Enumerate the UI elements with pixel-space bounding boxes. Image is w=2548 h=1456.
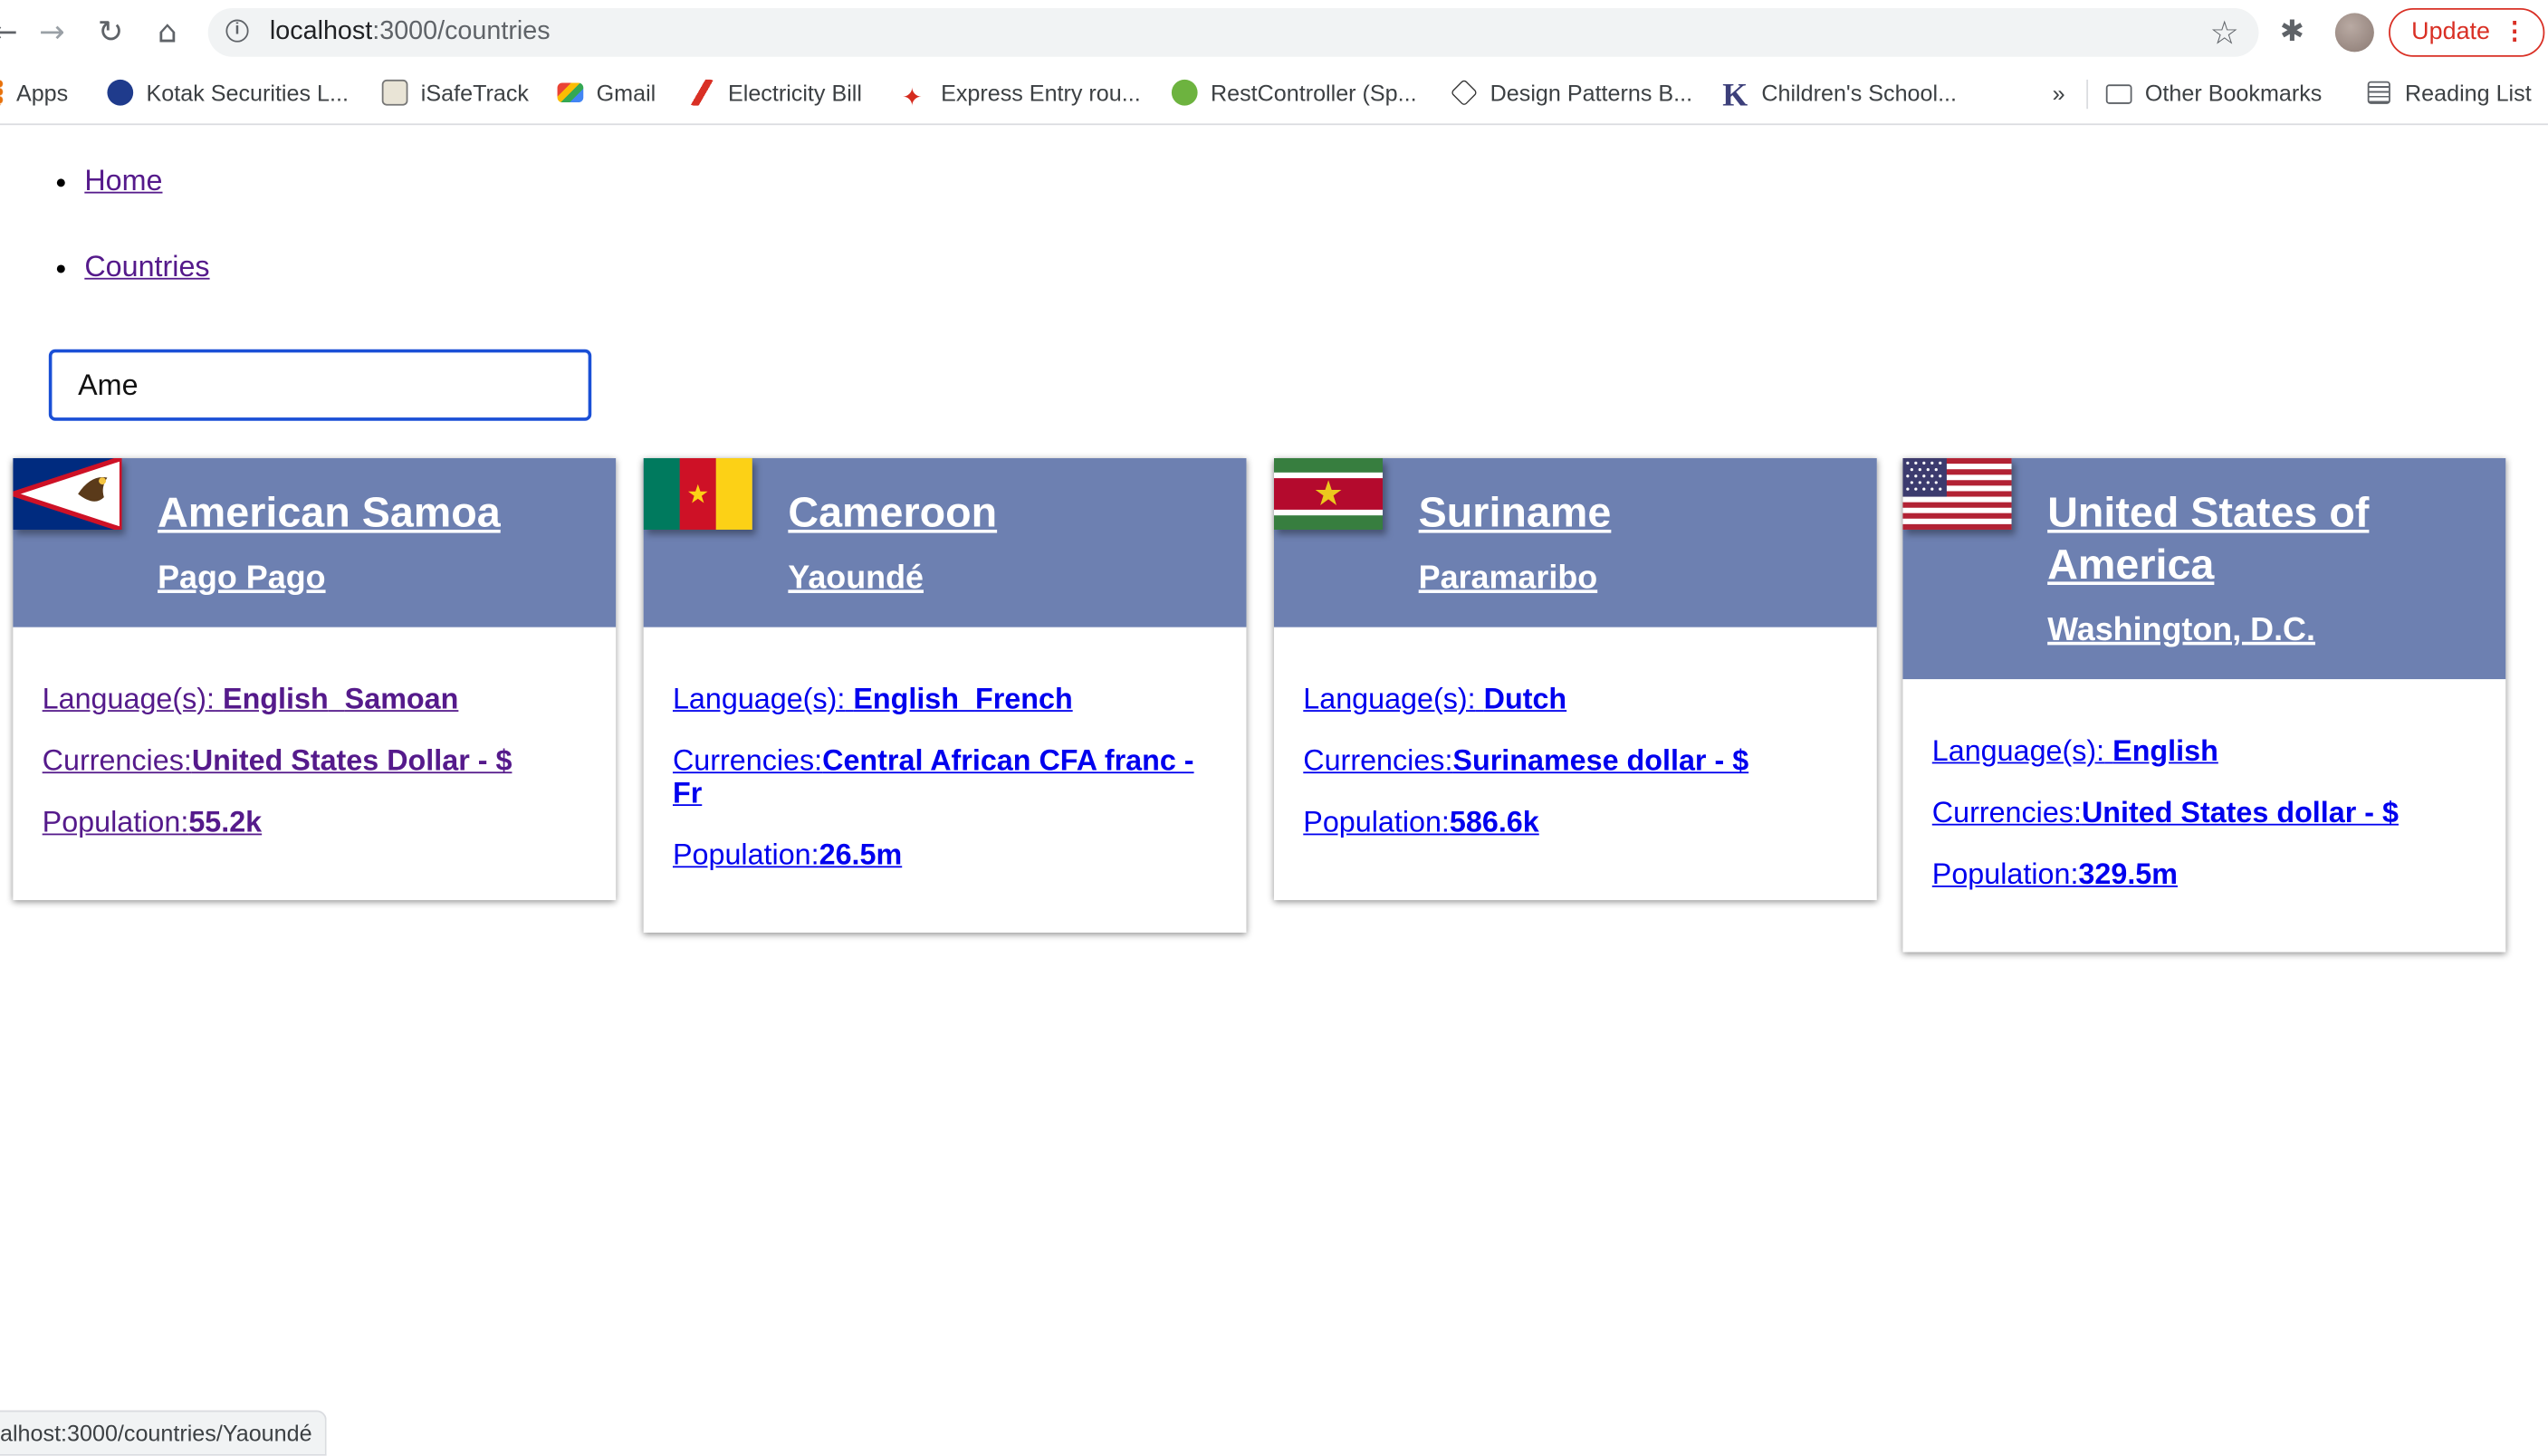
menu-dots-icon[interactable]: ⋮: [2503, 10, 2527, 55]
bookmark-kotak[interactable]: Kotak Securities L...: [107, 79, 349, 106]
forward-icon[interactable]: →: [34, 14, 70, 50]
design-patterns-icon: [1450, 79, 1479, 107]
bookmark-express-entry[interactable]: ✦ Express Entry rou...: [902, 80, 1141, 112]
currencies-row[interactable]: Currencies:United States Dollar - $: [43, 744, 587, 777]
back-icon[interactable]: ←: [0, 14, 23, 50]
capital-link[interactable]: Pago Pago: [158, 559, 583, 598]
currencies-row[interactable]: Currencies:United States dollar - $: [1932, 796, 2476, 829]
url-text[interactable]: localhost:3000/countries: [270, 18, 551, 47]
card-header: American Samoa Pago Pago: [13, 458, 617, 627]
bookmarks-overflow[interactable]: »: [2053, 80, 2065, 106]
bookmarks-divider: [2086, 79, 2089, 110]
bookmark-restcontroller[interactable]: RestController (Sp...: [1171, 79, 1417, 106]
address-bar[interactable]: i localhost:3000/countries ☆: [207, 7, 2259, 57]
reload-icon[interactable]: ↻: [92, 14, 128, 50]
bookmark-star-icon[interactable]: ☆: [2210, 13, 2239, 52]
bookmark-apps[interactable]: Apps: [0, 79, 68, 106]
countries-link[interactable]: Countries: [84, 250, 209, 283]
population-row[interactable]: Population:55.2k: [43, 806, 587, 838]
nav-item-countries: Countries: [84, 249, 209, 335]
suriname-flag: [1273, 458, 1384, 530]
languages-row[interactable]: Language(s): English French: [673, 683, 1217, 715]
bookmark-gmail[interactable]: Gmail: [557, 80, 656, 106]
country-card-cameroon: Cameroon Yaoundé Language(s): English Fr…: [643, 458, 1247, 933]
population-row[interactable]: Population:329.5m: [1932, 857, 2476, 890]
card-body: Language(s): English French Currencies:C…: [644, 627, 1247, 933]
site-info-icon[interactable]: i: [225, 19, 249, 43]
population-value[interactable]: 586.6k: [1450, 806, 1539, 838]
population-value[interactable]: 329.5m: [2078, 857, 2178, 890]
browser-toolbar: ← → ↻ ⌂ i localhost:3000/countries ☆ ✱ U…: [0, 0, 2548, 65]
capital-link[interactable]: Washington, D.C.: [2047, 611, 2473, 650]
card-header: Cameroon Yaoundé: [643, 458, 1247, 627]
population-row[interactable]: Population:26.5m: [673, 838, 1217, 871]
language-item[interactable]: English: [2112, 734, 2218, 767]
extensions-icon[interactable]: ✱: [2280, 14, 2304, 49]
cameroon-flag: [643, 458, 752, 530]
apps-grid-icon: [0, 79, 4, 106]
site-nav: Home Countries: [0, 162, 209, 335]
bookmark-isafetrack[interactable]: iSafeTrack: [381, 79, 529, 106]
country-card-united-states: United States of America Washington, D.C…: [1902, 458, 2506, 953]
card-header: Suriname Paramaribo: [1273, 458, 1877, 627]
capital-link[interactable]: Paramaribo: [1419, 559, 1844, 598]
profile-avatar[interactable]: [2334, 13, 2374, 53]
home-icon[interactable]: ⌂: [149, 14, 185, 50]
language-item[interactable]: English: [853, 683, 959, 715]
currency-value[interactable]: Surinamese dollar - $: [1452, 744, 1748, 777]
card-body: Language(s): Dutch Currencies:Surinamese…: [1274, 627, 1877, 900]
bookmark-childrens-school[interactable]: K Children's School...: [1722, 78, 1957, 114]
population-row[interactable]: Population:586.6k: [1303, 806, 1847, 838]
language-item[interactable]: English: [223, 683, 329, 715]
language-item[interactable]: French: [975, 683, 1073, 715]
country-name[interactable]: United States of America: [2047, 486, 2473, 590]
spring-icon: [1171, 79, 1198, 106]
country-name[interactable]: American Samoa: [158, 486, 583, 538]
gmail-icon: [557, 82, 584, 103]
country-name[interactable]: Cameroon: [788, 486, 1213, 538]
link-status-bar: alhost:3000/countries/Yaoundé: [0, 1410, 327, 1456]
reading-list[interactable]: Reading List: [2367, 80, 2532, 106]
language-item[interactable]: Dutch: [1484, 683, 1567, 715]
home-link[interactable]: Home: [84, 164, 162, 196]
isafetrack-icon: [381, 79, 408, 106]
search-input[interactable]: Ame: [48, 349, 592, 421]
nav-item-home: Home: [84, 162, 209, 248]
update-button[interactable]: Update ⋮: [2389, 7, 2545, 57]
bookmarks-bar: Apps Kotak Securities L... iSafeTrack Gm…: [0, 64, 2548, 126]
population-value[interactable]: 26.5m: [819, 838, 903, 871]
k-icon: K: [1722, 78, 1748, 114]
bookmark-design-patterns[interactable]: Design Patterns B...: [1450, 79, 1692, 107]
card-body: Language(s): English Samoan Currencies:U…: [13, 627, 616, 900]
usa-flag: [1902, 458, 2012, 530]
american-samoa-flag: [13, 458, 122, 530]
currency-value[interactable]: United States dollar - $: [2082, 796, 2399, 829]
languages-row[interactable]: Language(s): Dutch: [1303, 683, 1847, 715]
language-item[interactable]: Samoan: [345, 683, 459, 715]
currency-value[interactable]: United States Dollar - $: [192, 744, 512, 777]
maple-leaf-icon: ✦: [902, 84, 923, 112]
card-body: Language(s): English Currencies:United S…: [1902, 679, 2505, 952]
other-bookmarks[interactable]: Other Bookmarks: [2105, 80, 2322, 106]
currencies-row[interactable]: Currencies:Central African CFA franc - F…: [673, 744, 1217, 809]
capital-link[interactable]: Yaoundé: [788, 559, 1213, 598]
languages-row[interactable]: Language(s): English Samoan: [43, 683, 587, 715]
reading-list-icon: [2367, 81, 2390, 104]
population-value[interactable]: 55.2k: [188, 806, 262, 838]
country-name[interactable]: Suriname: [1419, 486, 1844, 538]
kotak-icon: [107, 79, 134, 106]
country-card-suriname: Suriname Paramaribo Language(s): Dutch C…: [1273, 458, 1877, 901]
country-card-american-samoa: American Samoa Pago Pago Language(s): En…: [13, 458, 617, 901]
card-header: United States of America Washington, D.C…: [1902, 458, 2506, 680]
currencies-row[interactable]: Currencies:Surinamese dollar - $: [1303, 744, 1847, 777]
languages-row[interactable]: Language(s): English: [1932, 734, 2476, 767]
electricity-icon: [688, 79, 715, 106]
folder-icon: [2105, 84, 2132, 104]
bookmark-electricity[interactable]: Electricity Bill: [688, 79, 862, 106]
